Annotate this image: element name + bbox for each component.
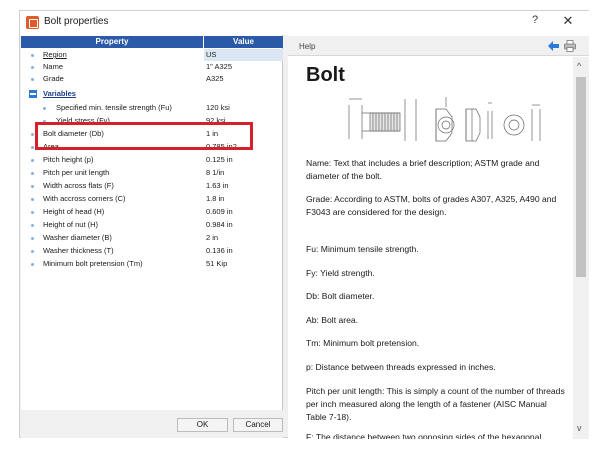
row-label: Height of nut (H) xyxy=(43,220,99,229)
help-paragraph: Ab: Bolt area. xyxy=(306,315,359,325)
help-paragraph: F: The distance between two opposing sid… xyxy=(306,432,542,439)
collapse-minus-icon[interactable] xyxy=(29,90,37,98)
help-paragraph: Name: Text that includes a brief descrip… xyxy=(306,158,540,181)
grid-row-name[interactable]: Name 1" A325 xyxy=(21,61,283,73)
row-label: Minimum bolt pretension (Tm) xyxy=(43,259,143,268)
bolt-app-icon xyxy=(26,16,39,29)
grid-row-min-pretension[interactable]: Minimum bolt pretension (Tm) 51 Kip xyxy=(21,258,283,270)
row-value[interactable]: 0.609 in xyxy=(206,206,233,218)
bullet-icon xyxy=(31,159,34,162)
row-value[interactable]: 51 Kip xyxy=(206,258,227,270)
bullet-icon xyxy=(31,54,34,57)
help-content: Bolt Name: Text that includes a brief de… xyxy=(288,57,573,439)
grid-row-height-head[interactable]: Height of head (H) 0.609 in xyxy=(21,206,283,218)
row-label: Washer thickness (T) xyxy=(43,246,114,255)
bullet-icon xyxy=(31,250,34,253)
help-label: Help xyxy=(299,42,316,51)
row-label: Grade xyxy=(43,74,64,83)
title-bar: Bolt properties ? ✕ xyxy=(20,11,590,35)
header-property[interactable]: Property xyxy=(21,36,204,48)
row-value[interactable]: 8 1/in xyxy=(206,167,224,179)
close-button[interactable]: ✕ xyxy=(560,13,576,29)
scroll-down-icon[interactable]: v xyxy=(577,423,582,433)
help-paragraph: Grade: According to ASTM, bolts of grade… xyxy=(306,194,557,217)
section-variables[interactable]: Variables xyxy=(21,88,283,100)
row-label: Region xyxy=(43,50,67,59)
bullet-icon xyxy=(31,224,34,227)
property-grid: Property Value Region US Name 1" A325 Gr… xyxy=(21,35,283,410)
row-label: Width across flats (F) xyxy=(43,181,114,190)
grid-row-width-corners[interactable]: With accross corners (C) 1.8 in xyxy=(21,193,283,205)
row-label: With accross corners (C) xyxy=(43,194,126,203)
row-value[interactable]: 1.63 in xyxy=(206,180,229,192)
row-label: Washer diameter (B) xyxy=(43,233,112,242)
help-panel: Help Bolt Name: Text that includes a bri… xyxy=(288,35,589,439)
bolt-diagram xyxy=(348,97,541,142)
grid-header: Property Value xyxy=(21,36,283,48)
help-paragraph: Fy: Yield strength. xyxy=(306,268,375,278)
bullet-icon xyxy=(31,66,34,69)
row-label: Pitch per unit length xyxy=(43,168,110,177)
grid-row-fu[interactable]: Specified min. tensile strength (Fu) 120… xyxy=(21,102,283,114)
bullet-icon xyxy=(31,185,34,188)
back-arrow-icon[interactable] xyxy=(548,41,559,51)
cancel-button[interactable]: Cancel xyxy=(233,418,283,432)
row-label: Height of head (H) xyxy=(43,207,105,216)
help-paragraph: Fu: Minimum tensile strength. xyxy=(306,244,419,254)
row-value[interactable]: 0.136 in xyxy=(206,245,233,257)
bullet-icon xyxy=(31,133,34,136)
grid-row-region[interactable]: Region US xyxy=(21,49,283,61)
bullet-icon xyxy=(31,237,34,240)
grid-row-washer-diameter[interactable]: Washer diameter (B) 2 in xyxy=(21,232,283,244)
print-icon[interactable] xyxy=(564,40,576,52)
row-value[interactable]: 1" A325 xyxy=(206,61,232,73)
grid-row-washer-thickness[interactable]: Washer thickness (T) 0.136 in xyxy=(21,245,283,257)
grid-row-width-flats[interactable]: Width across flats (F) 1.63 in xyxy=(21,180,283,192)
help-paragraph: Tm: Minimum bolt pretension. xyxy=(306,338,420,348)
row-value[interactable]: 0.125 in xyxy=(206,154,233,166)
scroll-up-icon[interactable]: ^ xyxy=(577,61,581,71)
row-value[interactable]: A325 xyxy=(206,73,224,85)
help-paragraph: Db: Bolt diameter. xyxy=(306,291,375,301)
row-value[interactable]: 0.984 in xyxy=(206,219,233,231)
section-label: Variables xyxy=(43,89,76,98)
bullet-icon xyxy=(31,211,34,214)
row-value[interactable]: 2 in xyxy=(206,232,218,244)
bullet-icon xyxy=(43,107,46,110)
bolt-properties-dialog: Bolt properties ? ✕ Property Value Regio… xyxy=(19,10,590,439)
bullet-icon xyxy=(31,146,34,149)
row-value[interactable]: 120 ksi xyxy=(206,102,230,114)
highlight-box xyxy=(35,122,253,150)
button-bar: OK Cancel xyxy=(21,410,283,438)
row-value[interactable]: US xyxy=(206,49,216,61)
bullet-icon xyxy=(31,78,34,81)
help-button[interactable]: ? xyxy=(528,14,542,26)
row-value[interactable]: 1.8 in xyxy=(206,193,224,205)
header-value[interactable]: Value xyxy=(204,36,283,48)
bullet-icon xyxy=(31,263,34,266)
grid-row-pitch-height[interactable]: Pitch height (p) 0.125 in xyxy=(21,154,283,166)
help-header: Help xyxy=(288,36,589,56)
ok-button[interactable]: OK xyxy=(177,418,228,432)
bullet-icon xyxy=(31,198,34,201)
row-label: Name xyxy=(43,62,64,71)
grid-row-grade[interactable]: Grade A325 xyxy=(21,73,283,85)
bullet-icon xyxy=(31,172,34,175)
row-label: Specified min. tensile strength (Fu) xyxy=(56,103,172,112)
help-title: Bolt xyxy=(306,64,345,86)
grid-row-height-nut[interactable]: Height of nut (H) 0.984 in xyxy=(21,219,283,231)
row-label: Pitch height (p) xyxy=(43,155,94,164)
help-paragraph: Pitch per unit length: This is simply a … xyxy=(306,386,565,422)
grid-row-pitch-per-length[interactable]: Pitch per unit length 8 1/in xyxy=(21,167,283,179)
window-title: Bolt properties xyxy=(44,16,109,27)
help-scrollbar[interactable]: ^ v xyxy=(573,57,589,439)
help-paragraph: p: Distance between threads expressed in… xyxy=(306,362,496,372)
scroll-thumb[interactable] xyxy=(576,77,586,277)
